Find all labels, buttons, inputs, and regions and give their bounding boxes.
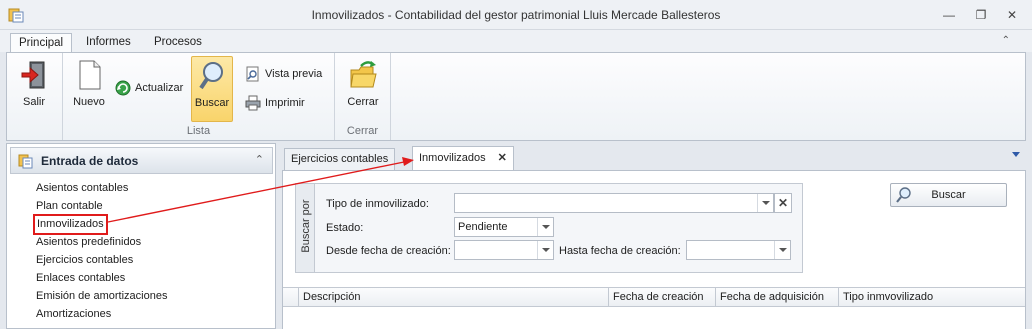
buscar-button[interactable]: Buscar [890, 183, 1007, 207]
ledger-icon [18, 154, 33, 169]
close-icon[interactable]: ✕ [1003, 6, 1021, 24]
desde-fecha-label: Desde fecha de creación: [326, 245, 451, 257]
estado-value: Pendiente [458, 221, 508, 233]
printer-icon [245, 95, 261, 111]
preview-icon [246, 66, 259, 82]
new-document-icon [79, 60, 101, 90]
search-panel-side: Buscar por [296, 184, 315, 272]
buscar-ribbon-button[interactable]: Buscar [191, 56, 233, 122]
buscar-ribbon-label: Buscar [194, 97, 230, 109]
ribbon-group-cerrar: Cerrar Cerrar [335, 53, 391, 140]
search-panel-side-label: Buscar por [300, 199, 312, 253]
tipo-inmovilizado-select[interactable]: ✕ [454, 193, 792, 213]
sidebar-item-plan-contable[interactable]: Plan contable [36, 199, 103, 214]
magnifier-icon [896, 187, 911, 203]
tab-list-dropdown-icon[interactable] [1012, 152, 1020, 157]
inmovilizados-document: Buscar por Tipo de inmovilizado: ✕ Estad… [282, 170, 1026, 329]
restore-icon[interactable]: ❐ [972, 6, 990, 24]
sidebar-item-asientos-contables[interactable]: Asientos contables [36, 181, 128, 196]
sidebar-item-amortizaciones[interactable]: Amortizaciones [36, 307, 111, 322]
grid-row-indicator [283, 288, 299, 307]
ribbon-group-lista: Nuevo Actualizar Buscar Vista previa Imp… [63, 53, 335, 140]
column-fecha-creacion[interactable]: Fecha de creación [609, 288, 716, 307]
vista-previa-label: Vista previa [265, 68, 323, 80]
ribbon-tab-strip: Principal Informes Procesos ⌃ [0, 30, 1032, 53]
desde-fecha-input[interactable] [454, 240, 554, 260]
actualizar-button[interactable]: Actualizar [115, 79, 183, 97]
window-title: Inmovilizados - Contabilidad del gestor … [311, 8, 721, 22]
hasta-fecha-label: Hasta fecha de creación: [559, 245, 681, 257]
nuevo-label: Nuevo [73, 96, 105, 108]
inmovilizados-grid: Descripción Fecha de creación Fecha de a… [283, 287, 1025, 329]
ribbon-group-lista-label: Lista [186, 125, 211, 137]
tab-ejercicios-contables[interactable]: Ejercicios contables [284, 148, 396, 170]
tipo-inmovilizado-label: Tipo de inmovilizado: [326, 198, 429, 210]
tab-procesos[interactable]: Procesos [146, 33, 210, 53]
column-fecha-adquisicion[interactable]: Fecha de adquisición [716, 288, 839, 307]
chevron-down-icon[interactable] [757, 194, 773, 212]
cerrar-label: Cerrar [347, 96, 379, 108]
cerrar-button[interactable]: Cerrar [343, 56, 383, 122]
vista-previa-button[interactable]: Vista previa [245, 65, 322, 83]
ribbon: Salir Nuevo Actualizar Buscar Vista prev… [6, 52, 1026, 141]
hasta-fecha-input[interactable] [686, 240, 791, 260]
chevron-down-icon[interactable] [537, 218, 553, 236]
sidebar-item-enlaces-contables[interactable]: Enlaces contables [36, 271, 125, 286]
tab-ejercicios-contables-label: Ejercicios contables [291, 153, 389, 165]
refresh-icon [115, 80, 131, 96]
navigation-panel-title: Entrada de datos [41, 154, 139, 168]
exit-icon [21, 61, 45, 89]
buscar-button-label: Buscar [931, 189, 966, 201]
imprimir-label: Imprimir [265, 97, 305, 109]
sidebar-item-emision-amortizaciones[interactable]: Emisión de amortizaciones [36, 289, 167, 304]
navigation-panel: Entrada de datos ⌃ Asientos contables Pl… [6, 143, 276, 329]
document-tab-strip: Ejercicios contables Inmovilizados ✕ [282, 146, 1026, 170]
ribbon-collapse-icon[interactable]: ⌃ [1002, 35, 1010, 46]
estado-label: Estado: [326, 222, 364, 234]
salir-button[interactable]: Salir [14, 56, 54, 122]
chevron-down-icon[interactable] [774, 241, 790, 259]
search-panel: Buscar por Tipo de inmovilizado: ✕ Estad… [295, 183, 803, 273]
tab-principal[interactable]: Principal [10, 33, 73, 53]
tab-inmovilizados-label: Inmovilizados [419, 152, 486, 164]
tab-informes[interactable]: Informes [78, 33, 139, 53]
chevron-up-icon[interactable]: ⌃ [255, 153, 264, 166]
sidebar-item-asientos-predefinidos[interactable]: Asientos predefinidos [36, 235, 141, 250]
chevron-down-icon[interactable] [537, 241, 553, 259]
navigation-panel-header[interactable]: Entrada de datos ⌃ [10, 147, 273, 174]
imprimir-button[interactable]: Imprimir [245, 94, 305, 112]
grid-header: Descripción Fecha de creación Fecha de a… [283, 288, 1025, 307]
minimize-icon[interactable]: — [940, 6, 958, 24]
estado-select[interactable]: Pendiente [454, 217, 554, 237]
column-descripcion[interactable]: Descripción [299, 288, 609, 307]
magnifier-icon [199, 62, 223, 90]
close-tab-icon[interactable]: ✕ [498, 152, 507, 164]
ribbon-group-salir: Salir [7, 53, 63, 140]
title-bar: Inmovilizados - Contabilidad del gestor … [0, 0, 1032, 30]
actualizar-label: Actualizar [135, 82, 184, 94]
tab-inmovilizados[interactable]: Inmovilizados ✕ [412, 146, 514, 170]
ribbon-group-cerrar-label: Cerrar [346, 125, 379, 137]
column-tipo-inmovilizado[interactable]: Tipo inmvovilizado [839, 288, 1025, 307]
sidebar-item-ejercicios-contables[interactable]: Ejercicios contables [36, 253, 133, 268]
salir-label: Salir [22, 96, 45, 108]
folder-icon [350, 61, 377, 88]
clear-icon[interactable]: ✕ [774, 193, 792, 213]
nuevo-button[interactable]: Nuevo [69, 56, 109, 122]
sidebar-item-inmovilizados[interactable]: Inmovilizados [33, 214, 108, 235]
